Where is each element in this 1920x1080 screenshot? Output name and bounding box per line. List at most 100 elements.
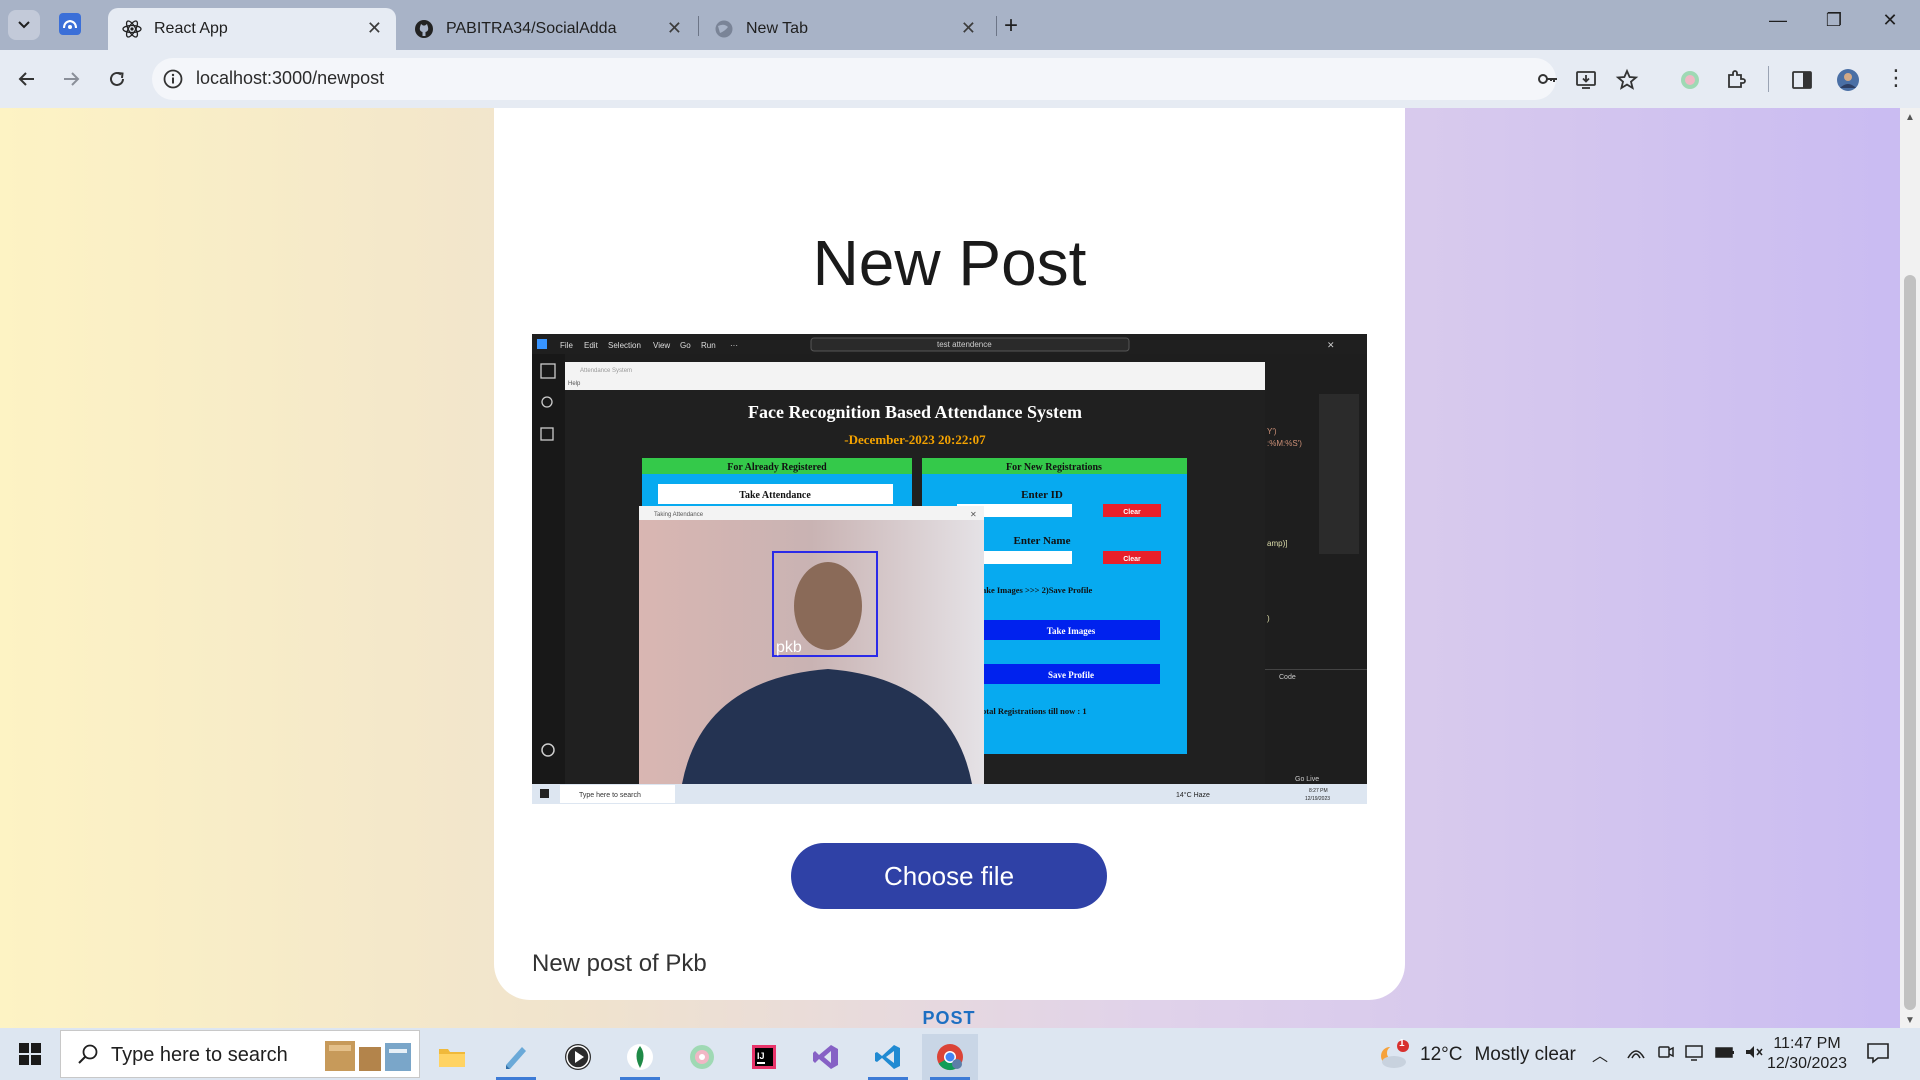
search-highlight-art-icon (325, 1041, 411, 1071)
vscode-menu-edit: Edit (584, 341, 599, 350)
inner-search-text: Type here to search (579, 792, 641, 799)
taskbar-file-explorer[interactable] (424, 1034, 480, 1080)
taskbar-app-circle[interactable] (674, 1034, 730, 1080)
url-text[interactable]: localhost:3000/newpost (196, 68, 384, 89)
github-icon (415, 20, 433, 38)
scrollbar-thumb[interactable] (1904, 275, 1916, 1010)
extension-circle-icon[interactable] (1678, 68, 1702, 92)
take-attendance-button: Take Attendance (739, 490, 811, 501)
close-icon[interactable]: ✕ (961, 18, 976, 39)
side-panel-icon[interactable] (1790, 68, 1814, 92)
minimize-icon[interactable]: — (1758, 10, 1798, 31)
app-date: -December-2023 20:22:07 (844, 432, 986, 447)
vscode-menu-more: ··· (730, 341, 738, 350)
address-bar[interactable]: localhost:3000/newpost (152, 58, 1557, 100)
vscode-menu-run: Run (701, 341, 716, 350)
tablet-app-icon (506, 1047, 526, 1069)
take-images-button: Take Images (1047, 626, 1096, 636)
tab-react-app[interactable]: React App ✕ (108, 8, 396, 50)
close-icon[interactable]: ✕ (367, 18, 382, 39)
enter-name-label: Enter Name (1014, 535, 1071, 547)
chrome-icon (937, 1044, 963, 1071)
tab-search-button[interactable] (8, 10, 40, 40)
profile-avatar[interactable] (1836, 68, 1860, 92)
save-profile-button: Save Profile (1048, 670, 1094, 680)
browser-toolbar: localhost:3000/newpost ⋮ (0, 50, 1920, 108)
bookmark-star-icon[interactable] (1615, 68, 1639, 92)
meet-now-icon[interactable] (1656, 1042, 1676, 1062)
vscode-close-icon: ✕ (1327, 340, 1335, 350)
vscode-logo-icon (537, 339, 547, 349)
steps-text: ake Images >>> 2)Save Profile (982, 585, 1092, 595)
circle-app-icon (690, 1045, 714, 1069)
choose-file-button[interactable]: Choose file (791, 843, 1107, 909)
vscode-search-text: test attendence (937, 340, 992, 349)
clear-id-button: Clear (1123, 509, 1141, 516)
notification-center-icon[interactable] (1866, 1042, 1890, 1064)
tab-new-tab[interactable]: New Tab ✕ (700, 8, 990, 50)
minimap (1319, 394, 1359, 554)
reload-icon[interactable] (102, 64, 132, 94)
react-icon (122, 20, 142, 38)
chevron-up-icon[interactable]: ︿ (1592, 1042, 1608, 1066)
vscode-menu-view: View (653, 341, 670, 350)
moon-cloud-icon (1381, 1040, 1409, 1068)
camera-window-title: Taking Attendance (654, 512, 704, 518)
total-registrations-text: otal Registrations till now : 1 (982, 706, 1087, 716)
battery-icon[interactable] (1714, 1042, 1736, 1062)
scroll-up-icon[interactable]: ▲ (1905, 112, 1915, 123)
extensions-puzzle-icon[interactable] (1724, 68, 1748, 92)
status-go-live: Go Live (1295, 776, 1319, 783)
page-scrollbar[interactable]: ▲ ▼ (1900, 108, 1920, 1028)
taskbar-clock[interactable]: 11:47 PM 12/30/2023 (1762, 1034, 1852, 1074)
restore-icon[interactable]: ❐ (1814, 10, 1854, 31)
tab-github[interactable]: PABITRA34/SocialAdda ✕ (400, 8, 696, 50)
camera-close-icon: ✕ (970, 510, 977, 519)
taskbar-mongodb-compass[interactable] (612, 1034, 668, 1080)
network-icon[interactable] (1626, 1042, 1646, 1062)
weather-badge: 1 (1399, 1038, 1405, 1049)
page-title: New Post (812, 227, 1087, 299)
site-info-icon[interactable] (162, 68, 184, 90)
pinned-tab-cloud-icon[interactable] (58, 12, 82, 36)
page-viewport: New Post File Edit Selection View Go Run… (0, 108, 1920, 1028)
taskbar-chrome[interactable] (922, 1034, 978, 1080)
windows-taskbar: Type here to search IJ 1 12°C Mostly cle… (0, 1028, 1920, 1080)
weather-desc: Mostly clear (1474, 1044, 1576, 1065)
taskbar-search-box[interactable]: Type here to search (60, 1030, 420, 1078)
forward-arrow-icon[interactable] (56, 64, 86, 94)
inner-time: 8:27 PM (1309, 788, 1328, 794)
new-tab-plus-icon[interactable]: + (1004, 12, 1018, 40)
code-line: :%M:%S') (1267, 439, 1302, 448)
code-line: ) (1267, 614, 1270, 623)
chevron-down-icon (18, 21, 30, 29)
toolbar-divider (1768, 66, 1769, 92)
taskbar-intellij[interactable]: IJ (736, 1034, 792, 1080)
taskbar-vscode[interactable] (860, 1034, 916, 1080)
post-button[interactable]: POST (889, 1008, 1009, 1028)
volume-muted-icon[interactable] (1744, 1042, 1764, 1062)
close-icon[interactable]: ✕ (667, 18, 682, 39)
vscode-menu-go: Go (680, 341, 691, 350)
taskbar-media-player[interactable] (550, 1034, 606, 1080)
tab-divider (996, 16, 997, 36)
install-app-icon[interactable] (1575, 68, 1599, 92)
window-close-icon[interactable]: ✕ (1870, 10, 1910, 31)
password-key-icon[interactable] (1536, 67, 1560, 91)
clear-name-button: Clear (1123, 556, 1141, 563)
taskbar-pinned-app[interactable] (488, 1034, 544, 1080)
globe-icon (715, 20, 733, 38)
back-arrow-icon[interactable] (12, 64, 42, 94)
taskbar-visual-studio[interactable] (798, 1034, 854, 1080)
folder-icon (439, 1049, 465, 1067)
windows-start-icon[interactable] (18, 1042, 42, 1066)
inner-start-icon (540, 789, 549, 798)
scroll-down-icon[interactable]: ▼ (1905, 1015, 1915, 1026)
already-registered-header: For Already Registered (727, 462, 827, 473)
display-icon[interactable] (1684, 1042, 1704, 1062)
leaf-icon (627, 1044, 653, 1070)
taskbar-weather[interactable]: 1 12°C Mostly clear (1378, 1038, 1576, 1070)
app-menu-help: Help (568, 381, 581, 387)
more-vert-icon[interactable]: ⋮ (1884, 67, 1908, 92)
face-label: pkb (776, 639, 802, 656)
